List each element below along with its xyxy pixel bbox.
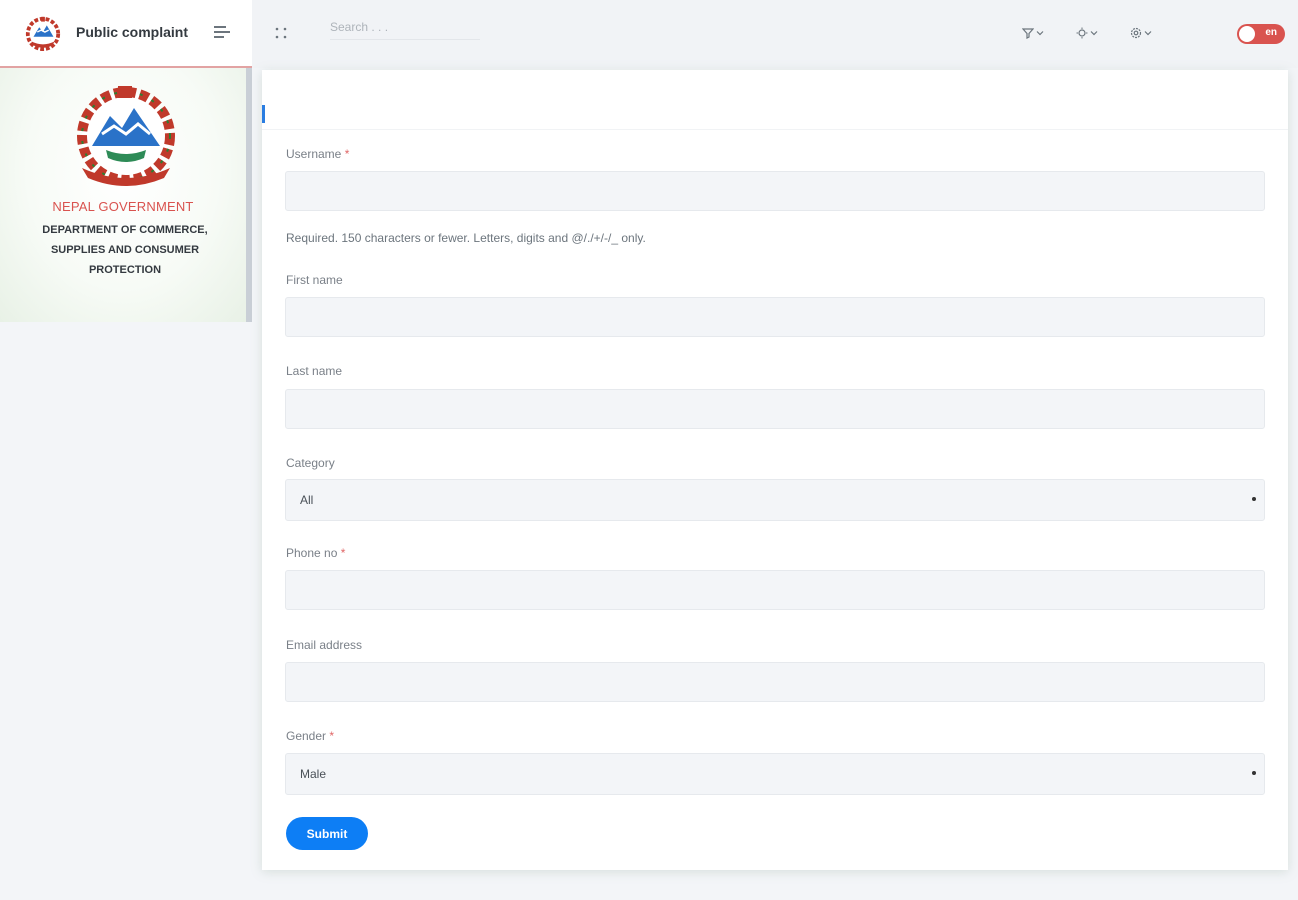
sidebar-header: Public complaint [0, 0, 252, 68]
chevron-down-icon [1090, 31, 1098, 36]
nepal-emblem-icon [25, 16, 61, 52]
gender-selected-value: Male [300, 767, 327, 781]
select-caret-icon [1252, 771, 1256, 775]
category-selected-value: All [300, 493, 314, 507]
phone-label: Phone no * [286, 546, 346, 560]
card-header [262, 70, 1288, 130]
phone-input[interactable] [285, 570, 1265, 610]
complaint-form-card: Username * Required. 150 characters or f… [262, 70, 1288, 870]
nepal-coat-of-arms-icon [77, 86, 175, 186]
search-input[interactable] [330, 14, 480, 40]
gender-label: Gender * [286, 729, 335, 743]
settings-icon [1130, 27, 1142, 39]
topbar: en [252, 0, 1298, 68]
fullscreen-icon[interactable] [274, 26, 288, 40]
username-label: Username * [286, 147, 350, 161]
department-title: DEPARTMENT OF COMMERCE, SUPPLIES AND CON… [42, 224, 208, 276]
filter-icon [1022, 28, 1034, 39]
government-title: NEPAL GOVERNMENT [52, 199, 194, 214]
first-name-input[interactable] [285, 297, 1265, 337]
email-input[interactable] [285, 662, 1265, 702]
chevron-down-icon [1036, 31, 1044, 36]
gender-select[interactable]: Male [285, 753, 1265, 795]
last-name-label: Last name [286, 364, 343, 378]
select-caret-icon [1252, 497, 1256, 501]
email-label: Email address [286, 638, 363, 652]
toggle-knob [1239, 26, 1255, 42]
settings-dropdown[interactable] [1130, 24, 1160, 42]
category-select[interactable]: All [285, 479, 1265, 521]
category-label: Category [286, 456, 335, 470]
language-label: en [1265, 27, 1277, 38]
theme-dropdown[interactable] [1076, 24, 1106, 42]
submit-button[interactable]: Submit [286, 817, 368, 850]
username-help-text: Required. 150 characters or fewer. Lette… [286, 231, 646, 245]
sun-icon [1076, 27, 1088, 39]
header-accent [262, 105, 265, 123]
first-name-label: First name [286, 273, 343, 287]
username-input[interactable] [285, 171, 1265, 211]
language-toggle[interactable]: en [1237, 24, 1285, 44]
menu-toggle-icon[interactable] [214, 26, 232, 42]
sidebar-profile: NEPAL GOVERNMENT DEPARTMENT OF COMMERCE,… [0, 68, 252, 322]
sidebar: Public complaint NEPAL GOVERNMENT DEPART… [0, 0, 252, 900]
chevron-down-icon [1144, 31, 1152, 36]
last-name-input[interactable] [285, 389, 1265, 429]
filter-dropdown[interactable] [1022, 24, 1052, 42]
app-title: Public complaint [76, 24, 189, 40]
